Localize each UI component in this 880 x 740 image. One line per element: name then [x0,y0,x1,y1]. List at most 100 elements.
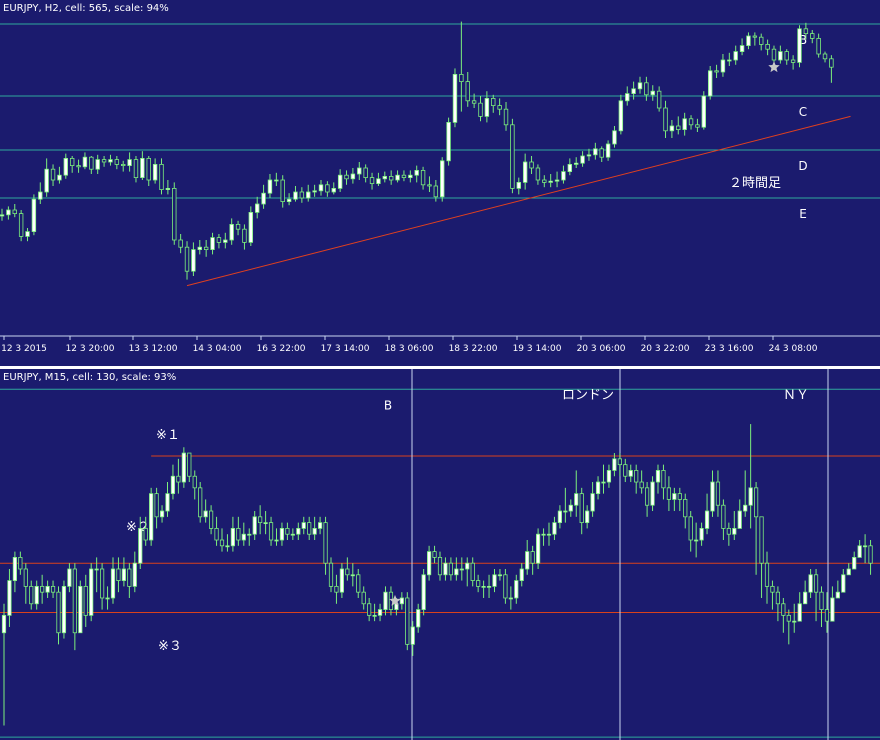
candle-body [663,107,668,132]
candle-body [159,510,165,518]
candle-body [707,70,713,97]
candle-body [18,213,24,237]
candle-body [704,510,710,529]
candle-body [440,160,445,198]
candle-body [89,568,94,616]
candle-body [631,88,636,95]
candle-body [656,90,662,109]
candle-body [116,568,121,581]
candle-body [819,591,824,610]
candle-body [426,551,432,576]
candle-body [100,568,105,599]
candle-body [230,528,235,547]
candle-body [350,173,356,180]
candle-body [225,545,230,548]
candle-body [754,487,759,518]
candle-body [121,568,126,581]
candle-body [759,516,764,564]
candle-body [752,35,758,38]
candle-body [127,568,132,587]
candle-body [29,585,34,605]
candle-body [727,59,732,62]
candle-body [781,603,786,616]
candle-body [803,591,808,605]
candle-body [541,533,546,536]
candle-body [143,528,148,541]
candle-body [293,191,298,200]
candle-body [219,539,225,547]
candle-body [345,568,350,576]
candle-body [443,562,448,576]
candle-body [317,522,323,529]
candle-body [765,44,770,50]
x-tick-label: 20 3 06:00 [577,344,626,354]
candle-body [184,246,190,272]
candle-body [31,198,37,232]
candle-body [743,504,748,512]
candle-body [739,45,745,52]
candle-body [57,174,62,181]
reference-line-label: ※１ [156,428,180,443]
candle-body [470,562,475,581]
candle-body [399,597,404,605]
candle-body [775,591,781,605]
level-label: E [799,207,807,221]
candle-body [356,574,361,593]
candle-body [416,609,421,628]
candle-body [198,487,203,518]
candle-body [50,168,56,181]
candle-body [344,174,349,180]
candle-body [563,510,568,513]
candle-body [127,159,132,167]
candle-body [585,510,590,524]
candle-body [1,614,7,634]
candle-body [420,169,426,186]
candle-body [223,239,228,243]
candle-body [203,510,208,518]
candle-body [792,620,797,623]
candle-body [44,168,49,193]
candle-body [408,174,413,178]
candle-body [307,522,312,535]
candle-body [617,458,622,466]
candle-body [312,528,317,535]
candle-body [254,203,260,213]
candle-body [770,585,775,593]
candle-body [432,551,437,558]
candle-body [628,470,633,477]
candle-body [50,585,56,593]
candle-body [580,155,585,164]
level-label: C [799,105,807,119]
candle-body [497,574,503,577]
candle-body [491,98,496,107]
candle-body [863,545,868,548]
candle-body [367,603,372,616]
candle-body [536,533,541,564]
x-tick-label: 16 3 22:00 [257,344,306,354]
candle-body [529,161,534,169]
candle-body [542,179,547,183]
candle-body [737,510,742,529]
x-tick-label: 24 3 08:00 [769,344,818,354]
candle-body [471,100,477,104]
candle-body [247,533,252,536]
x-tick-label: 18 3 06:00 [385,344,434,354]
candle-body [701,95,706,128]
candle-body [672,493,677,500]
candle-body [83,585,88,616]
candle-body [790,59,796,63]
candle-body [63,157,68,176]
candle-body [618,100,624,132]
candle-body [695,124,700,128]
candle-body [797,603,802,622]
candle-body [285,528,290,535]
candle-body [388,175,394,181]
candle-body [786,614,791,622]
candle-body [726,528,731,535]
candle-body [552,522,557,535]
candle-body [25,231,30,237]
candle-body [484,98,490,117]
candle-body [263,522,268,525]
candle-body [178,239,183,248]
candle-body [522,161,528,183]
